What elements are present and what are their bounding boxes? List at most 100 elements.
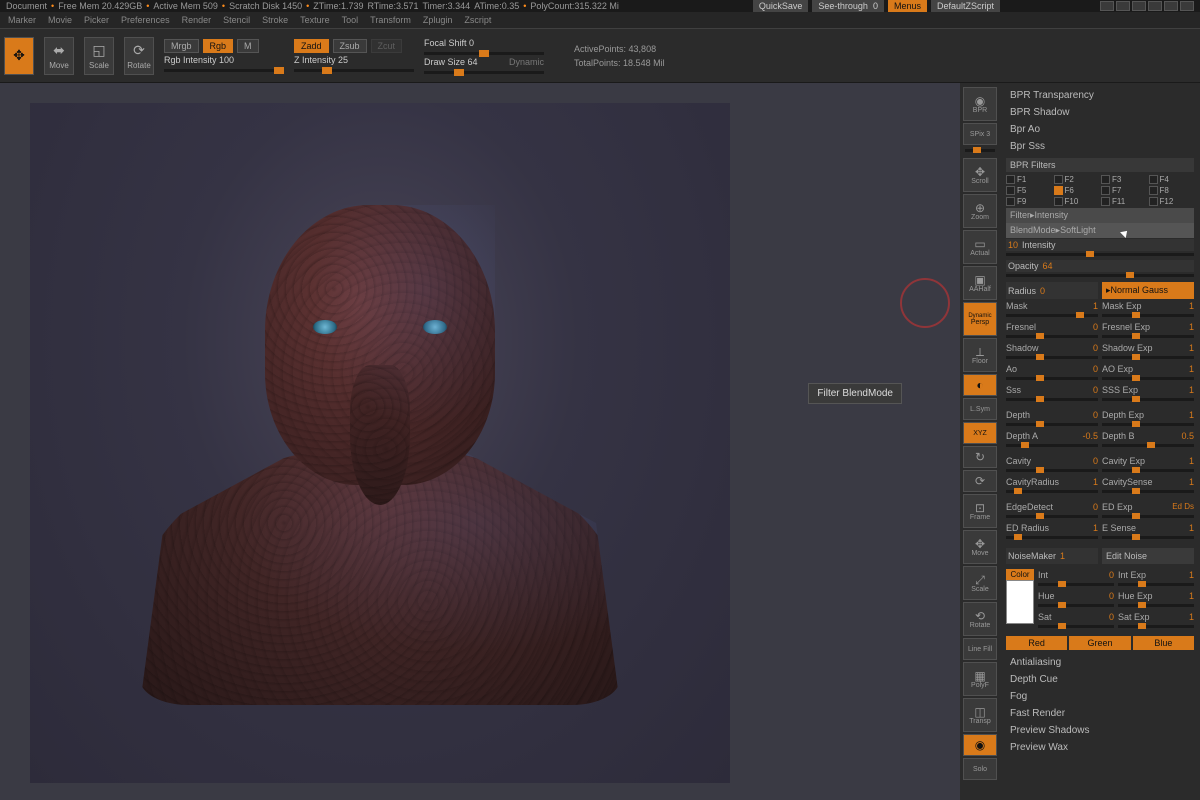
rotate-tool[interactable]: ⟳Rotate — [124, 37, 154, 75]
fresnel-slider[interactable]: Fresnel0 — [1006, 321, 1098, 333]
axis-z-button[interactable]: ⟳ — [963, 470, 997, 492]
antialiasing-item[interactable]: Antialiasing — [1006, 654, 1194, 671]
nav-rotate-button[interactable]: ⟲Rotate — [963, 602, 997, 636]
depth-cue-item[interactable]: Depth Cue — [1006, 671, 1194, 688]
scroll-button[interactable]: ✥Scroll — [963, 158, 997, 192]
filter-f11[interactable]: F11 — [1101, 197, 1147, 206]
shadow-slider[interactable]: Shadow0 — [1006, 342, 1098, 354]
filter-f5[interactable]: F5 — [1006, 186, 1052, 195]
transp-button[interactable]: ◫Transp — [963, 698, 997, 732]
red-button[interactable]: Red — [1006, 636, 1067, 650]
mrgb-button[interactable]: Mrgb — [164, 39, 199, 53]
menu-movie[interactable]: Movie — [48, 15, 72, 25]
cavity-slider[interactable]: Cavity0 — [1006, 455, 1098, 467]
rgb-intensity-slider[interactable] — [164, 69, 284, 72]
actual-button[interactable]: ▭Actual — [963, 230, 997, 264]
depth-a-slider[interactable]: Depth A-0.5 — [1006, 430, 1098, 442]
mask-exp-slider[interactable]: Mask Exp1 — [1102, 300, 1194, 312]
xyz-button[interactable]: XYZ — [963, 422, 997, 444]
rgb-button[interactable]: Rgb — [203, 39, 234, 53]
window-icon[interactable] — [1132, 1, 1146, 11]
depth-b-slider[interactable]: Depth B0.5 — [1102, 430, 1194, 442]
ed-radius-slider[interactable]: ED Radius1 — [1006, 522, 1098, 534]
sss-slider[interactable]: Sss0 — [1006, 384, 1098, 396]
filter-type-dropdown[interactable]: Filter▸Intensity — [1006, 208, 1194, 223]
quicksave-button[interactable]: QuickSave — [753, 0, 809, 12]
scale-tool[interactable]: ◱Scale — [84, 37, 114, 75]
frame-button[interactable]: ⊡Frame — [963, 494, 997, 528]
nav-scale-button[interactable]: ⤢Scale — [963, 566, 997, 600]
m-button[interactable]: M — [237, 39, 259, 53]
filter-f10[interactable]: F10 — [1054, 197, 1100, 206]
menu-texture[interactable]: Texture — [300, 15, 330, 25]
filter-f7[interactable]: F7 — [1101, 186, 1147, 195]
int-slider[interactable]: Int0 — [1038, 569, 1114, 581]
viewport[interactable]: Filter BlendMode — [0, 83, 960, 800]
filter-f6[interactable]: F6 — [1054, 186, 1100, 195]
menu-preferences[interactable]: Preferences — [121, 15, 170, 25]
lsym-button[interactable]: L.Sym — [963, 398, 997, 420]
sat-exp-slider[interactable]: Sat Exp1 — [1118, 611, 1194, 623]
cavity-exp-slider[interactable]: Cavity Exp1 — [1102, 455, 1194, 467]
zcut-button[interactable]: Zcut — [371, 39, 403, 53]
preview-wax-item[interactable]: Preview Wax — [1006, 739, 1194, 756]
menu-transform[interactable]: Transform — [370, 15, 411, 25]
axis-y-button[interactable]: ↻ — [963, 446, 997, 468]
window-icon[interactable] — [1100, 1, 1114, 11]
draw-size-slider[interactable] — [424, 71, 544, 74]
fog-item[interactable]: Fog — [1006, 688, 1194, 705]
zoom-button[interactable]: ⊕Zoom — [963, 194, 997, 228]
menu-render[interactable]: Render — [182, 15, 212, 25]
preview-shadows-item[interactable]: Preview Shadows — [1006, 722, 1194, 739]
spix-button[interactable]: SPix 3 — [963, 123, 997, 145]
green-button[interactable]: Green — [1069, 636, 1130, 650]
normal-gauss-button[interactable]: ▸Normal Gauss — [1102, 282, 1194, 299]
sat-slider[interactable]: Sat0 — [1038, 611, 1114, 623]
bpr-shadow-item[interactable]: BPR Shadow — [1006, 104, 1194, 121]
sss-exp-slider[interactable]: SSS Exp1 — [1102, 384, 1194, 396]
filter-f8[interactable]: F8 — [1149, 186, 1195, 195]
zadd-button[interactable]: Zadd — [294, 39, 329, 53]
filter-f1[interactable]: F1 — [1006, 175, 1052, 184]
menus-button[interactable]: Menus — [888, 0, 927, 12]
intensity-slider[interactable]: 10Intensity — [1006, 239, 1194, 251]
menu-tool[interactable]: Tool — [342, 15, 359, 25]
focal-shift-slider[interactable] — [424, 52, 544, 55]
shadow-exp-slider[interactable]: Shadow Exp1 — [1102, 342, 1194, 354]
linefill-button[interactable]: Line Fill — [963, 638, 997, 660]
filter-f3[interactable]: F3 — [1101, 175, 1147, 184]
blendmode-dropdown[interactable]: BlendMode▸SoftLight — [1006, 223, 1194, 238]
edgedetect-slider[interactable]: EdgeDetect0 — [1006, 501, 1098, 513]
nav-move-button[interactable]: ✥Move — [963, 530, 997, 564]
ed-exp-slider[interactable]: ED ExpEd Ds — [1102, 501, 1194, 513]
menu-stencil[interactable]: Stencil — [223, 15, 250, 25]
ao-exp-slider[interactable]: AO Exp1 — [1102, 363, 1194, 375]
window-icon[interactable] — [1116, 1, 1130, 11]
color-swatch[interactable]: Color — [1006, 569, 1034, 632]
sym-toggle[interactable]: ◐ — [963, 374, 997, 396]
edit-noise-button[interactable]: Edit Noise — [1102, 548, 1194, 564]
ao-slider[interactable]: Ao0 — [1006, 363, 1098, 375]
opacity-slider[interactable]: Opacity64 — [1006, 260, 1194, 272]
int-exp-slider[interactable]: Int Exp1 — [1118, 569, 1194, 581]
depth-slider[interactable]: Depth0 — [1006, 409, 1098, 421]
bpr-button[interactable]: ◉BPR — [963, 87, 997, 121]
seethrough-button[interactable]: See-through 0 — [812, 0, 884, 12]
menu-zscript[interactable]: Zscript — [464, 15, 491, 25]
cavity-radius-slider[interactable]: CavityRadius1 — [1006, 476, 1098, 488]
bpr-transparency-item[interactable]: BPR Transparency — [1006, 87, 1194, 104]
filter-f12[interactable]: F12 — [1149, 197, 1195, 206]
e-sense-slider[interactable]: E Sense1 — [1102, 522, 1194, 534]
radius-slider[interactable]: Radius0 — [1006, 282, 1098, 299]
move-tool[interactable]: ⬌Move — [44, 37, 74, 75]
filter-f4[interactable]: F4 — [1149, 175, 1195, 184]
draw-tool[interactable]: ✥ — [4, 37, 34, 75]
menu-picker[interactable]: Picker — [84, 15, 109, 25]
menu-marker[interactable]: Marker — [8, 15, 36, 25]
depth-exp-slider[interactable]: Depth Exp1 — [1102, 409, 1194, 421]
ghost-button[interactable]: ◉ — [963, 734, 997, 756]
fresnel-exp-slider[interactable]: Fresnel Exp1 — [1102, 321, 1194, 333]
defaultzscript-button[interactable]: DefaultZScript — [931, 0, 1000, 12]
bpr-ao-item[interactable]: Bpr Ao — [1006, 121, 1194, 138]
filter-f9[interactable]: F9 — [1006, 197, 1052, 206]
